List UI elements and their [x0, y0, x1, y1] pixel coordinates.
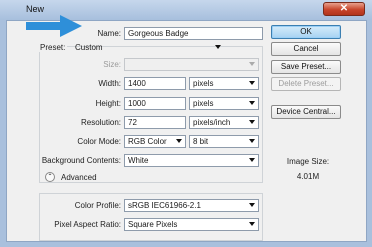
advanced-label: Advanced	[59, 173, 99, 182]
chevron-down-icon	[249, 62, 255, 66]
name-field[interactable]: Gorgeous Badge	[124, 27, 263, 40]
chevron-down-icon	[249, 81, 255, 85]
device-central-button[interactable]: Device Central...	[271, 105, 341, 119]
size-select	[124, 58, 259, 71]
color-profile-label: Color Profile:	[74, 201, 121, 210]
chevron-up-icon: ⌃	[47, 174, 53, 180]
height-unit-value: pixels	[193, 99, 214, 108]
bit-depth-value: 8 bit	[193, 137, 209, 146]
preset-value: Custom	[75, 43, 103, 52]
arrow-icon	[26, 15, 82, 37]
chevron-down-icon	[249, 222, 255, 226]
chevron-down-icon	[249, 158, 255, 162]
width-label: Width:	[98, 79, 121, 88]
resolution-label: Resolution:	[80, 118, 121, 127]
chevron-down-icon	[249, 120, 255, 124]
height-unit-select[interactable]: pixels	[189, 97, 259, 110]
resolution-unit-select[interactable]: pixels/inch	[189, 116, 259, 129]
background-contents-select[interactable]: White	[124, 154, 259, 167]
chevron-down-icon	[249, 203, 255, 207]
width-field[interactable]: 1400	[124, 77, 186, 90]
resolution-field[interactable]: 72	[124, 116, 186, 129]
close-icon: ✕	[339, 3, 349, 14]
resolution-unit-value: pixels/inch	[193, 118, 231, 127]
width-unit-value: pixels	[193, 79, 214, 88]
delete-preset-button: Delete Preset...	[271, 77, 341, 91]
height-field[interactable]: 1000	[124, 97, 186, 110]
bit-depth-select[interactable]: 8 bit	[189, 135, 259, 148]
advanced-toggle[interactable]: ⌃	[45, 172, 55, 182]
size-label: Size:	[103, 60, 121, 69]
color-mode-select[interactable]: RGB Color	[124, 135, 186, 148]
ok-button[interactable]: OK	[271, 25, 341, 39]
chevron-down-icon	[215, 45, 221, 49]
save-preset-button[interactable]: Save Preset...	[271, 60, 341, 74]
background-contents-value: White	[128, 156, 149, 165]
pixel-aspect-ratio-label: Pixel Aspect Ratio:	[54, 220, 121, 229]
pixel-aspect-ratio-select[interactable]: Square Pixels	[124, 218, 259, 231]
color-mode-label: Color Mode:	[77, 137, 121, 146]
pixel-aspect-ratio-value: Square Pixels	[128, 220, 178, 229]
cancel-button[interactable]: Cancel	[271, 42, 341, 56]
window-title: New	[26, 4, 45, 14]
preset-label: Preset:	[38, 43, 68, 52]
close-button[interactable]: ✕	[323, 2, 365, 16]
height-label: Height:	[95, 99, 121, 108]
color-profile-select[interactable]: sRGB IEC61966-2.1	[124, 199, 259, 212]
width-unit-select[interactable]: pixels	[189, 77, 259, 90]
background-contents-label: Background Contents:	[41, 156, 121, 165]
image-size-value: 4.01M	[296, 172, 320, 181]
chevron-down-icon	[249, 139, 255, 143]
new-document-dialog: Name: Gorgeous Badge Preset: Custom Size…	[6, 20, 367, 242]
color-profile-value: sRGB IEC61966-2.1	[128, 201, 201, 210]
color-mode-value: RGB Color	[128, 137, 167, 146]
chevron-down-icon	[249, 101, 255, 105]
image-size-label: Image Size:	[286, 157, 330, 166]
preset-select[interactable]: Custom	[72, 42, 224, 55]
chevron-down-icon	[176, 139, 182, 143]
